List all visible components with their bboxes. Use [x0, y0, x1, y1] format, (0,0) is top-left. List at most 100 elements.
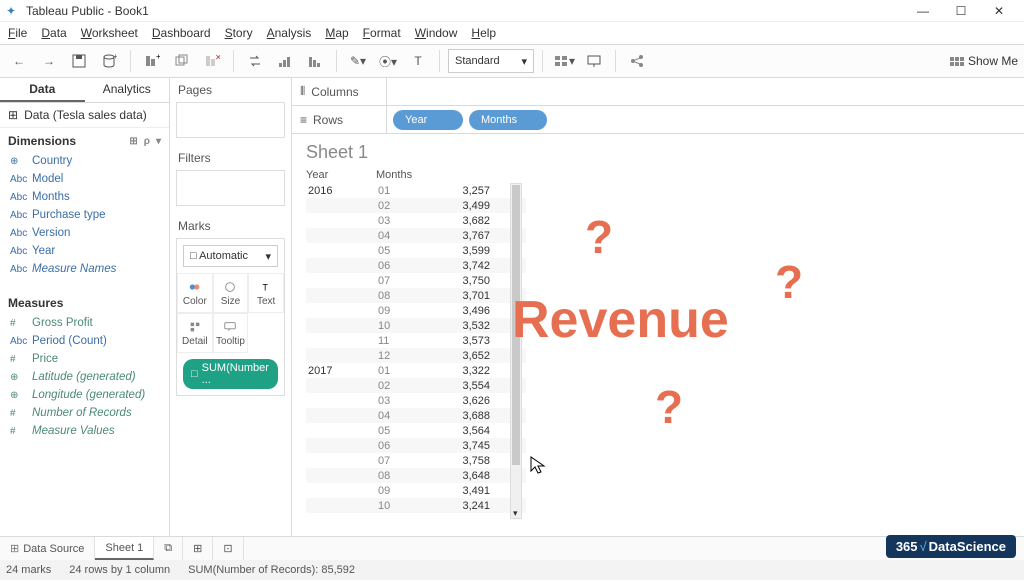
- dim-country[interactable]: ⊕Country: [0, 152, 169, 170]
- share-button[interactable]: [624, 48, 650, 74]
- marks-pill-sum[interactable]: □SUM(Number ...: [183, 359, 278, 389]
- mea-period-count-[interactable]: AbcPeriod (Count): [0, 332, 169, 350]
- menu-icon[interactable]: ▾: [156, 136, 161, 147]
- overlay-revenue: Revenue: [512, 290, 729, 350]
- new-story-icon[interactable]: ⊡: [213, 537, 243, 560]
- table-row[interactable]: 073,750: [306, 273, 526, 288]
- minimize-button[interactable]: —: [904, 1, 942, 21]
- menu-dashboard[interactable]: Dashboard: [152, 26, 211, 40]
- dim-year[interactable]: AbcYear: [0, 242, 169, 260]
- dim-version[interactable]: AbcVersion: [0, 224, 169, 242]
- scroll-down-icon[interactable]: ▾: [513, 508, 518, 519]
- table-row[interactable]: 2016013,257: [306, 183, 526, 198]
- table-row[interactable]: 043,688: [306, 408, 526, 423]
- table-row[interactable]: 033,682: [306, 213, 526, 228]
- mark-detail[interactable]: Detail: [177, 313, 213, 353]
- highlight-button[interactable]: ✎▾: [345, 48, 371, 74]
- scrollbar[interactable]: ▴ ▾: [510, 183, 522, 519]
- mea-gross-profit[interactable]: #Gross Profit: [0, 314, 169, 332]
- table-row[interactable]: 063,742: [306, 258, 526, 273]
- labels-button[interactable]: T: [405, 48, 431, 74]
- filters-shelf[interactable]: [176, 170, 285, 206]
- tab-analytics[interactable]: Analytics: [85, 78, 170, 102]
- data-pane: Data Analytics ⊞ Data (Tesla sales data)…: [0, 78, 170, 536]
- mark-type-select[interactable]: □ Automatic▾: [183, 245, 278, 267]
- clear-button[interactable]: ✕: [199, 48, 225, 74]
- menu-window[interactable]: Window: [415, 26, 458, 40]
- pages-shelf[interactable]: [176, 102, 285, 138]
- table-row[interactable]: 053,599: [306, 243, 526, 258]
- table-row[interactable]: 073,758: [306, 453, 526, 468]
- search-icon[interactable]: ρ: [144, 136, 150, 147]
- table-row[interactable]: 023,499: [306, 198, 526, 213]
- tab-data[interactable]: Data: [0, 78, 85, 102]
- new-dashboard-icon[interactable]: ⊞: [183, 537, 213, 560]
- sheet-title[interactable]: Sheet 1: [306, 142, 1010, 163]
- mark-color[interactable]: Color: [177, 273, 213, 313]
- sheet1-tab[interactable]: Sheet 1: [95, 537, 154, 560]
- filters-label: Filters: [170, 146, 291, 170]
- table-row[interactable]: 093,491: [306, 483, 526, 498]
- table-row[interactable]: 083,701: [306, 288, 526, 303]
- data-source-tab[interactable]: ⊞Data Source: [0, 537, 95, 560]
- row-pill-months[interactable]: Months: [469, 110, 547, 130]
- save-button[interactable]: [66, 48, 92, 74]
- menu-file[interactable]: File: [8, 26, 27, 40]
- mea-price[interactable]: #Price: [0, 350, 169, 368]
- mark-text[interactable]: TText: [248, 273, 284, 313]
- new-sheet-icon[interactable]: ⧉: [154, 537, 183, 560]
- dim-measure-names[interactable]: AbcMeasure Names: [0, 260, 169, 278]
- table-row[interactable]: 043,767: [306, 228, 526, 243]
- status-footer: 24 marks 24 rows by 1 column SUM(Number …: [0, 560, 1024, 580]
- columns-shelf-row: ⦀Columns: [292, 78, 1024, 106]
- mea-latitude-generated-[interactable]: ⊕Latitude (generated): [0, 368, 169, 386]
- new-worksheet-button[interactable]: +: [139, 48, 165, 74]
- table-row[interactable]: 123,652: [306, 348, 526, 363]
- fit-select[interactable]: Standard▾: [448, 49, 534, 73]
- menu-help[interactable]: Help: [471, 26, 496, 40]
- menu-format[interactable]: Format: [363, 26, 401, 40]
- data-analytics-tabs: Data Analytics: [0, 78, 169, 103]
- rows-shelf[interactable]: Year Months: [387, 110, 1024, 130]
- table-row[interactable]: 063,745: [306, 438, 526, 453]
- datasource-row[interactable]: ⊞ Data (Tesla sales data): [0, 103, 169, 128]
- menu-story[interactable]: Story: [225, 26, 253, 40]
- view-cards-button[interactable]: ▾: [551, 48, 577, 74]
- menu-data[interactable]: Data: [41, 26, 66, 40]
- duplicate-button[interactable]: [169, 48, 195, 74]
- table-row[interactable]: 2017013,322: [306, 363, 526, 378]
- table-row[interactable]: 113,573: [306, 333, 526, 348]
- dim-model[interactable]: AbcModel: [0, 170, 169, 188]
- back-button[interactable]: ←: [6, 48, 32, 74]
- table-row[interactable]: 103,241: [306, 498, 526, 513]
- menu-analysis[interactable]: Analysis: [267, 26, 312, 40]
- mark-size[interactable]: Size: [213, 273, 249, 313]
- sort-asc-button[interactable]: [272, 48, 298, 74]
- maximize-button[interactable]: ☐: [942, 1, 980, 21]
- show-me-button[interactable]: Show Me: [950, 54, 1018, 68]
- table-row[interactable]: 053,564: [306, 423, 526, 438]
- table-row[interactable]: 033,626: [306, 393, 526, 408]
- sort-desc-button[interactable]: [302, 48, 328, 74]
- table-row[interactable]: 023,554: [306, 378, 526, 393]
- dim-months[interactable]: AbcMonths: [0, 188, 169, 206]
- row-pill-year[interactable]: Year: [393, 110, 463, 130]
- mea-measure-values[interactable]: #Measure Values: [0, 422, 169, 440]
- forward-button[interactable]: →: [36, 48, 62, 74]
- mea-longitude-generated-[interactable]: ⊕Longitude (generated): [0, 386, 169, 404]
- swap-button[interactable]: [242, 48, 268, 74]
- mark-tooltip[interactable]: Tooltip: [213, 313, 249, 353]
- new-datasource-button[interactable]: +: [96, 48, 122, 74]
- table-row[interactable]: 083,648: [306, 468, 526, 483]
- menu-map[interactable]: Map: [325, 26, 348, 40]
- close-button[interactable]: ✕: [980, 1, 1018, 21]
- menu-worksheet[interactable]: Worksheet: [81, 26, 138, 40]
- group-button[interactable]: ⦿▾: [375, 48, 401, 74]
- dim-purchase-type[interactable]: AbcPurchase type: [0, 206, 169, 224]
- table-row[interactable]: 093,496: [306, 303, 526, 318]
- title-bar: ✦ Tableau Public - Book1 — ☐ ✕: [0, 0, 1024, 22]
- view-icon[interactable]: ⊞: [129, 136, 137, 147]
- table-row[interactable]: 103,532: [306, 318, 526, 333]
- presentation-button[interactable]: [581, 48, 607, 74]
- mea-number-of-records[interactable]: #Number of Records: [0, 404, 169, 422]
